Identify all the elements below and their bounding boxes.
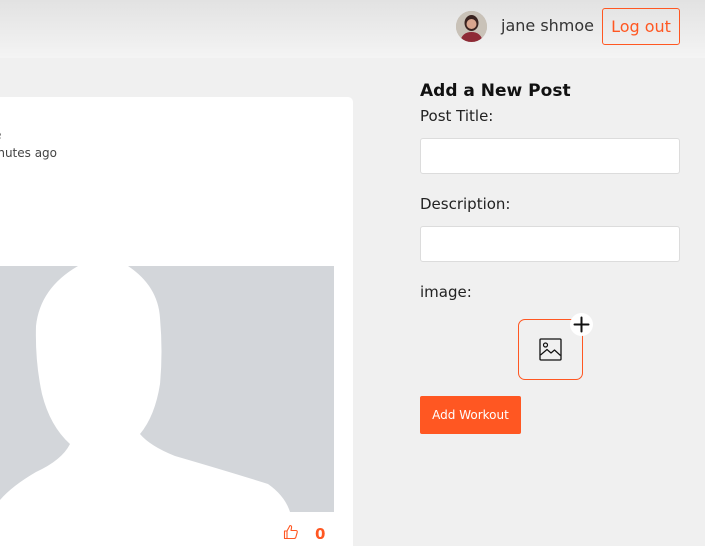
add-workout-button[interactable]: Add Workout	[420, 396, 521, 434]
like-count: 0	[315, 525, 326, 543]
user-avatar[interactable]	[456, 11, 487, 42]
post-timestamp: inutes ago	[0, 146, 58, 160]
username-label: jane shmoe	[501, 16, 595, 35]
default-profile-silhouette-icon	[0, 266, 334, 512]
logout-button[interactable]: Log out	[602, 8, 680, 45]
post-card: e inutes ago 0	[0, 97, 353, 546]
post-title-label: Post Title:	[420, 107, 494, 125]
top-header: jane shmoe Log out	[0, 0, 705, 58]
avatar-image	[456, 11, 487, 42]
description-input[interactable]	[420, 226, 680, 262]
post-title-input[interactable]	[420, 138, 680, 174]
plus-icon[interactable]	[570, 313, 593, 336]
post-image	[0, 266, 334, 512]
thumbs-up-icon[interactable]	[283, 524, 299, 540]
description-label: Description:	[420, 195, 511, 213]
form-title: Add a New Post	[420, 81, 571, 101]
image-icon	[539, 338, 562, 361]
image-label: image:	[420, 283, 472, 301]
post-author: e	[0, 128, 1, 142]
